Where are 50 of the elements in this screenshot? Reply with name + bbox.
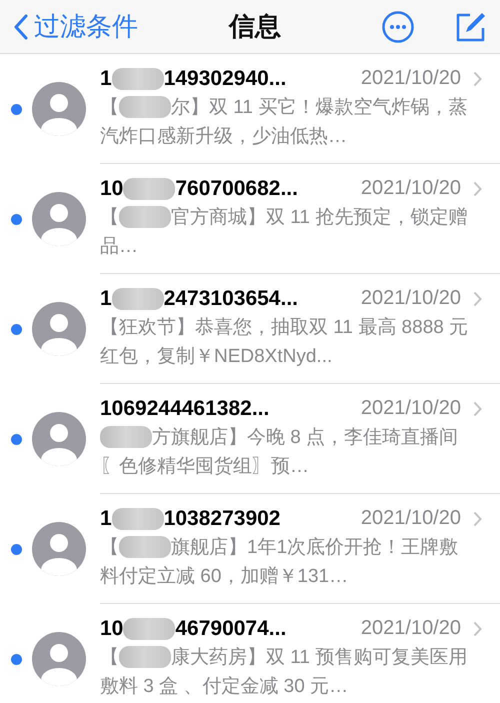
sender-number: 10 46790074... bbox=[100, 616, 288, 640]
message-row[interactable]: 10 760700682... 2021/10/20 【 官方商城】双 11 抢先预定，锁定赠品… bbox=[0, 164, 500, 274]
redaction-blur bbox=[119, 206, 171, 228]
avatar-icon bbox=[32, 632, 86, 686]
message-preview: 方旗舰店】今晚 8 点，李佳琦直播间〖色修精华囤货组〗预… bbox=[100, 425, 460, 478]
redaction-blur bbox=[123, 618, 176, 640]
avatar-icon bbox=[32, 82, 86, 136]
message-row[interactable]: 10 46790074... 2021/10/20 【 康大药房】双 11 预售购可复美医用敷料 3 盒 、付定金减 30 元… bbox=[0, 604, 500, 703]
message-date: 2021/10/20 bbox=[360, 287, 461, 310]
back-button[interactable]: 过滤条件 bbox=[14, 9, 138, 44]
message-date: 2021/10/20 bbox=[360, 507, 461, 530]
sender-number: 1 149302940... bbox=[100, 66, 288, 90]
message-row[interactable]: 1069244461382... 2021/10/20 方旗舰店】今晚 8 点，李佳琦直播间〖色修精华囤货组〗预… bbox=[0, 384, 500, 494]
window-title: 信息 bbox=[227, 10, 282, 43]
message-row[interactable]: 1 1038273902 2021/10/20 【 旗舰店】1年1次底价开抢！王牌敷料付定立减 60，加赠￥131… bbox=[0, 494, 500, 604]
more-icon[interactable] bbox=[382, 10, 414, 42]
message-preview: 【 官方商城】双 11 抢先预定，锁定赠品… bbox=[100, 205, 468, 258]
sender-number: 1069244461382... bbox=[100, 396, 270, 420]
message-date: 2021/10/20 bbox=[360, 397, 461, 420]
avatar-icon bbox=[32, 192, 86, 246]
message-preview: 【 旗舰店】1年1次底价开抢！王牌敷料付定立减 60，加赠￥131… bbox=[100, 535, 460, 588]
sender-number: 10 760700682... bbox=[100, 176, 299, 200]
message-row[interactable]: 1 149302940... 2021/10/20 【 尔】双 11 买它！爆款空气炸锅，蒸汽炸口感新升级，少油低热… bbox=[0, 54, 500, 164]
sender-number: 1 2473103654... bbox=[100, 286, 299, 310]
message-date: 2021/10/20 bbox=[360, 617, 461, 640]
message-preview: 【狂欢节】恭喜您，抽取双 11 最高 8888 元红包，复制￥NED8XtNyd... bbox=[100, 316, 470, 368]
avatar-icon bbox=[32, 412, 86, 466]
compose-icon[interactable] bbox=[454, 10, 486, 42]
message-date: 2021/10/20 bbox=[360, 67, 461, 90]
avatar-icon bbox=[32, 522, 86, 576]
chevron-right-icon[interactable] bbox=[473, 620, 482, 636]
message-preview: 【 尔】双 11 买它！爆款空气炸锅，蒸汽炸口感新升级，少油低热… bbox=[100, 95, 468, 148]
redaction-blur bbox=[112, 288, 164, 310]
redaction-blur bbox=[112, 508, 164, 530]
chevron-right-icon[interactable] bbox=[473, 400, 482, 416]
chevron-right-icon[interactable] bbox=[473, 290, 482, 306]
chevron-right-icon[interactable] bbox=[473, 510, 482, 526]
chevron-right-icon[interactable] bbox=[473, 180, 482, 196]
avatar-icon bbox=[32, 302, 86, 356]
message-row[interactable]: 1 2473103654... 2021/10/20 【狂欢节】恭喜您，抽取双 11 最高 8888 元红包，复制￥NED8XtNyd... bbox=[0, 274, 500, 384]
redaction-blur bbox=[112, 68, 164, 90]
sender-number: 1 1038273902 bbox=[100, 506, 282, 530]
chevron-right-icon[interactable] bbox=[473, 70, 482, 86]
redaction-blur bbox=[119, 96, 171, 118]
message-preview: 【 康大药房】双 11 预售购可复美医用敷料 3 盒 、付定金减 30 元… bbox=[100, 645, 468, 698]
chevron-left-icon bbox=[14, 14, 28, 40]
redaction-blur bbox=[119, 536, 171, 558]
message-date: 2021/10/20 bbox=[360, 177, 461, 200]
redaction-blur bbox=[119, 646, 171, 668]
redaction-blur bbox=[123, 178, 176, 200]
